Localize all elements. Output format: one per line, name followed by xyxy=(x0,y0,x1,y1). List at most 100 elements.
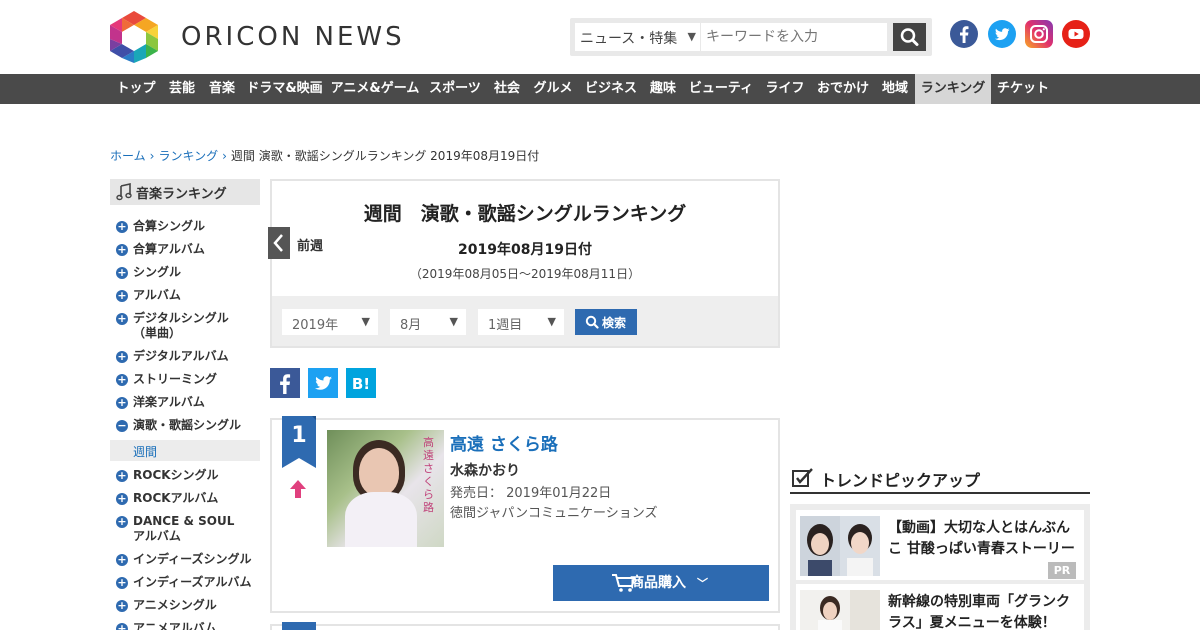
jacket-title-text: 高遠さくら路 xyxy=(423,436,434,514)
month-select[interactable]: 8月 ▼ xyxy=(390,309,466,335)
sidebar-item-combined-single[interactable]: + 合算シングル xyxy=(116,219,205,234)
nav-item-music[interactable]: 音楽 xyxy=(202,74,242,104)
nav-item-anime-game[interactable]: アニメ&ゲーム xyxy=(327,74,423,104)
sidebar-sub-item-weekly[interactable]: 週間 xyxy=(110,440,260,461)
nav-item-drama-movie[interactable]: ドラマ&映画 xyxy=(242,74,327,104)
nav-item-region[interactable]: 地域 xyxy=(875,74,915,104)
sidebar-title: 音楽ランキング xyxy=(110,179,260,205)
month-select-value: 8月 xyxy=(400,318,422,333)
search-category-label: ニュース・特集 xyxy=(580,31,678,47)
nav-item-outing[interactable]: おでかけ xyxy=(811,74,875,104)
nav-item-gourmet[interactable]: グルメ xyxy=(527,74,579,104)
song-title-link[interactable]: 高遠 さくら路 xyxy=(450,430,558,455)
sidebar-item-western-album[interactable]: + 洋楽アルバム xyxy=(116,395,205,410)
plus-icon: + xyxy=(116,623,128,630)
youtube-icon[interactable] xyxy=(1062,20,1090,48)
record-label: 徳間ジャパンコミュニケーションズ xyxy=(450,506,658,521)
breadcrumb-home[interactable]: ホーム xyxy=(110,149,146,163)
nav-item-sports[interactable]: スポーツ xyxy=(423,74,487,104)
trend-item[interactable]: 新幹線の特別車両「グランクラス」夏メニューを体験！ xyxy=(796,584,1084,630)
filter-search-button[interactable]: 検索 xyxy=(575,309,637,335)
twitter-icon xyxy=(308,368,338,398)
search-icon xyxy=(585,315,599,329)
search-input[interactable] xyxy=(701,23,887,51)
sidebar-item-indies-album[interactable]: + インディーズアルバム xyxy=(116,575,251,590)
sidebar-item-enka-single[interactable]: − 演歌・歌謡シングル xyxy=(116,418,241,433)
plus-icon: + xyxy=(116,492,128,505)
svg-text:B!: B! xyxy=(352,375,370,393)
nav-item-top[interactable]: トップ xyxy=(110,74,162,104)
nav-item-beauty[interactable]: ビューティ xyxy=(683,74,759,104)
plus-icon: + xyxy=(116,289,128,302)
buy-button[interactable]: 商品購入 ﹀ xyxy=(553,565,769,601)
trend-item-text: 【動画】大切な人とはんぶんこ 甘酸っぱい青春ストーリー xyxy=(888,520,1075,557)
facebook-share-button[interactable] xyxy=(270,368,300,398)
nav-item-entertainment[interactable]: 芸能 xyxy=(162,74,202,104)
filter-search-label: 検索 xyxy=(602,316,627,330)
week-select[interactable]: 1週目 ▼ xyxy=(478,309,564,335)
ranking-entry-card xyxy=(270,622,780,630)
week-select-value: 1週目 xyxy=(488,318,523,333)
nav-item-ticket[interactable]: チケット xyxy=(991,74,1055,104)
hatena-bookmark-button[interactable]: B! xyxy=(346,368,376,398)
plus-icon: + xyxy=(116,350,128,363)
sidebar-item-album[interactable]: + アルバム xyxy=(116,288,181,303)
breadcrumb-current: 週間 演歌・歌謡シングルランキング 2019年08月19日付 xyxy=(230,149,540,163)
plus-icon: + xyxy=(116,243,128,256)
chevron-down-icon: ▼ xyxy=(547,315,556,328)
minus-icon: − xyxy=(116,419,128,432)
sidebar-item-digital-album[interactable]: + デジタルアルバム xyxy=(116,349,229,364)
sidebar-item-anime-album[interactable]: + アニメアルバム xyxy=(116,621,217,630)
trend-item[interactable]: 【動画】大切な人とはんぶんこ 甘酸っぱい青春ストーリー PR xyxy=(796,510,1084,580)
sidebar-item-combined-album[interactable]: + 合算アルバム xyxy=(116,242,205,257)
search-icon xyxy=(900,28,919,46)
plus-icon: + xyxy=(116,266,128,279)
plus-icon: + xyxy=(116,373,128,386)
nav-item-hobby[interactable]: 趣味 xyxy=(643,74,683,104)
logo-text[interactable]: ORICON NEWS xyxy=(181,22,405,52)
nav-item-ranking[interactable]: ランキング xyxy=(915,74,991,104)
trend-item-text: 新幹線の特別車両「グランクラス」夏メニューを体験！ xyxy=(888,594,1070,630)
rank-number: 1 xyxy=(291,423,307,448)
search-button[interactable] xyxy=(893,23,926,51)
instagram-icon[interactable] xyxy=(1025,20,1053,48)
sidebar-item-anime-single[interactable]: + アニメシングル xyxy=(116,598,217,613)
nav-item-life[interactable]: ライフ xyxy=(759,74,811,104)
ranking-filter-bar: 2019年 ▼ 8月 ▼ 1週目 ▼ 検索 xyxy=(272,296,778,346)
chevron-down-icon: ▼ xyxy=(449,315,458,328)
plus-icon: + xyxy=(116,469,128,482)
album-jacket-image[interactable]: 高遠さくら路 xyxy=(327,430,444,547)
shopping-cart-icon xyxy=(612,574,636,592)
sidebar-item-digital-single[interactable]: + デジタルシングル （単曲） xyxy=(116,311,229,341)
year-select[interactable]: 2019年 ▼ xyxy=(282,309,378,335)
sidebar-item-single[interactable]: + シングル xyxy=(116,265,181,280)
sidebar-item-rock-album[interactable]: + ROCKアルバム xyxy=(116,491,218,506)
facebook-icon[interactable] xyxy=(950,20,978,48)
facebook-icon xyxy=(270,368,300,398)
ranking-header-box: 週間 演歌・歌謡シングルランキング 前週 2019年08月19日付 （2019年… xyxy=(268,179,780,348)
checkbox-pencil-icon xyxy=(792,468,813,487)
twitter-icon[interactable] xyxy=(988,20,1016,48)
twitter-share-button[interactable] xyxy=(308,368,338,398)
oricon-logo-icon[interactable] xyxy=(110,11,158,63)
breadcrumb-ranking[interactable]: ランキング xyxy=(158,149,218,163)
sidebar-item-dance-soul-album[interactable]: + DANCE & SOUL アルバム xyxy=(116,514,234,544)
sidebar-item-streaming[interactable]: + ストリーミング xyxy=(116,372,217,387)
chevron-down-icon: ▼ xyxy=(687,30,696,43)
nav-item-business[interactable]: ビジネス xyxy=(579,74,643,104)
sidebar-item-indies-single[interactable]: + インディーズシングル xyxy=(116,552,252,567)
chevron-right-icon: › xyxy=(222,149,227,163)
main-nav: トップ 芸能 音楽 ドラマ&映画 アニメ&ゲーム スポーツ 社会 グルメ ビジネ… xyxy=(0,74,1200,104)
ranking-entry-card: 1 高遠さくら路 高遠 さくら路 水森かおり 発売日： 2019年01月22日 … xyxy=(270,416,780,613)
trend-thumbnail xyxy=(800,516,880,576)
sidebar-item-rock-single[interactable]: + ROCKシングル xyxy=(116,468,219,483)
plus-icon: + xyxy=(116,312,128,325)
plus-icon: + xyxy=(116,396,128,409)
trend-pickup-title: トレンドピックアップ xyxy=(820,471,981,490)
chevron-down-icon: ▼ xyxy=(361,315,370,328)
nav-item-society[interactable]: 社会 xyxy=(487,74,527,104)
plus-icon: + xyxy=(116,576,128,589)
search-category-select[interactable]: ニュース・特集 ▼ xyxy=(575,23,700,51)
site-header: ORICON NEWS ニュース・特集 ▼ xyxy=(0,0,1200,74)
rank-flag-icon xyxy=(282,622,316,630)
